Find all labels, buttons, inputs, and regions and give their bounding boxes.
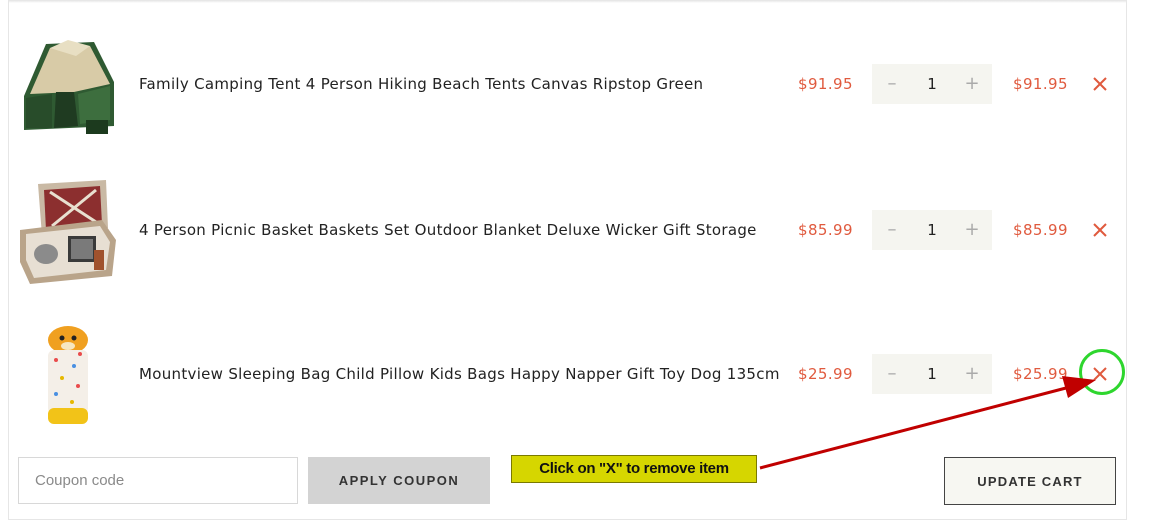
decrease-quantity-button[interactable]: – bbox=[874, 210, 910, 250]
highlight-circle bbox=[1079, 349, 1125, 395]
product-price: $91.95 bbox=[798, 75, 853, 93]
decrease-quantity-button[interactable]: – bbox=[874, 64, 910, 104]
cart-row: Mountview Sleeping Bag Child Pillow Kids… bbox=[8, 314, 1127, 438]
quantity-stepper[interactable]: – 1 + bbox=[872, 64, 992, 104]
increase-quantity-button[interactable]: + bbox=[954, 64, 990, 104]
product-name[interactable]: Mountview Sleeping Bag Child Pillow Kids… bbox=[139, 314, 779, 434]
remove-item-icon[interactable] bbox=[1090, 220, 1110, 240]
update-cart-button[interactable]: UPDATE CART bbox=[944, 457, 1116, 505]
cart-row: Family Camping Tent 4 Person Hiking Beac… bbox=[8, 24, 1127, 148]
cart-row: 4 Person Picnic Basket Baskets Set Outdo… bbox=[8, 170, 1127, 294]
decrease-quantity-button[interactable]: – bbox=[874, 354, 910, 394]
quantity-stepper[interactable]: – 1 + bbox=[872, 354, 992, 394]
sleeping-bag-image[interactable] bbox=[16, 324, 120, 428]
product-price: $25.99 bbox=[798, 365, 853, 383]
product-name[interactable]: 4 Person Picnic Basket Baskets Set Outdo… bbox=[139, 170, 779, 290]
quantity-stepper[interactable]: – 1 + bbox=[872, 210, 992, 250]
quantity-value[interactable]: 1 bbox=[912, 210, 952, 250]
product-name[interactable]: Family Camping Tent 4 Person Hiking Beac… bbox=[139, 24, 779, 144]
picnic-basket-image[interactable] bbox=[16, 180, 120, 284]
annotation-callout: Click on "X" to remove item bbox=[511, 455, 757, 483]
product-subtotal: $85.99 bbox=[1013, 221, 1068, 239]
camping-tent-image[interactable] bbox=[16, 34, 120, 138]
product-price: $85.99 bbox=[798, 221, 853, 239]
remove-item-icon[interactable] bbox=[1090, 74, 1110, 94]
increase-quantity-button[interactable]: + bbox=[954, 354, 990, 394]
increase-quantity-button[interactable]: + bbox=[954, 210, 990, 250]
quantity-value[interactable]: 1 bbox=[912, 64, 952, 104]
coupon-code-input[interactable] bbox=[18, 457, 298, 504]
product-subtotal: $91.95 bbox=[1013, 75, 1068, 93]
product-subtotal: $25.99 bbox=[1013, 365, 1068, 383]
apply-coupon-button[interactable]: APPLY COUPON bbox=[308, 457, 490, 504]
quantity-value[interactable]: 1 bbox=[912, 354, 952, 394]
